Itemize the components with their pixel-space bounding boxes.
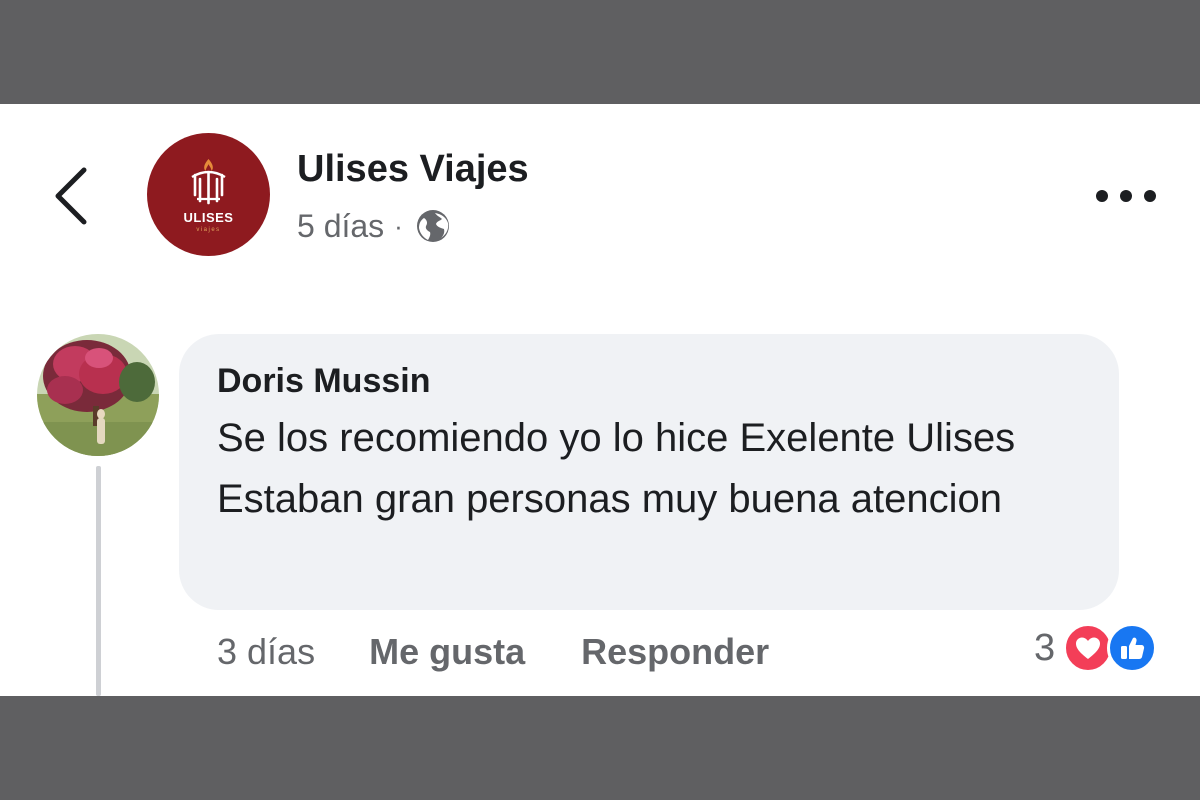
avatar-photo (37, 334, 159, 456)
like-button[interactable]: Me gusta (369, 631, 525, 673)
commenter-avatar[interactable] (37, 334, 159, 456)
more-options-button[interactable] (1096, 184, 1156, 208)
post-meta: 5 días · (297, 204, 451, 248)
comment-card: ULISES viajes Ulises Viajes 5 días · Dor… (0, 104, 1200, 696)
thread-line (96, 466, 101, 696)
logo-icon (191, 159, 226, 205)
thumbs-up-icon (1107, 623, 1158, 673)
page-name[interactable]: Ulises Viajes (297, 148, 529, 191)
back-button[interactable] (50, 164, 94, 228)
reaction-count: 3 (1034, 626, 1056, 669)
more-dot (1120, 190, 1132, 202)
top-band (0, 0, 1200, 104)
meta-separator: · (394, 210, 403, 241)
more-dot (1144, 190, 1156, 202)
comment-author[interactable]: Doris Mussin (217, 362, 430, 401)
reply-button[interactable]: Responder (581, 631, 769, 673)
comment-bubble: Doris Mussin Se los recomiendo yo lo hic… (179, 334, 1119, 610)
comment-actions: 3 días Me gusta Responder (217, 628, 769, 676)
heart-icon (1063, 623, 1114, 673)
bottom-band (0, 696, 1200, 800)
comment-text: Se los recomiendo yo lo hice Exelente Ul… (217, 416, 1016, 521)
comment-time[interactable]: 3 días (217, 631, 315, 673)
logo-name: ULISES (183, 210, 234, 225)
logo-subtitle: viajes (196, 227, 221, 233)
post-time[interactable]: 5 días (297, 208, 384, 245)
reaction-summary[interactable]: 3 (1034, 622, 1158, 674)
page-avatar[interactable]: ULISES viajes (147, 133, 270, 256)
more-dot (1096, 190, 1108, 202)
globe-icon (416, 210, 449, 242)
chevron-left-icon (55, 167, 87, 225)
